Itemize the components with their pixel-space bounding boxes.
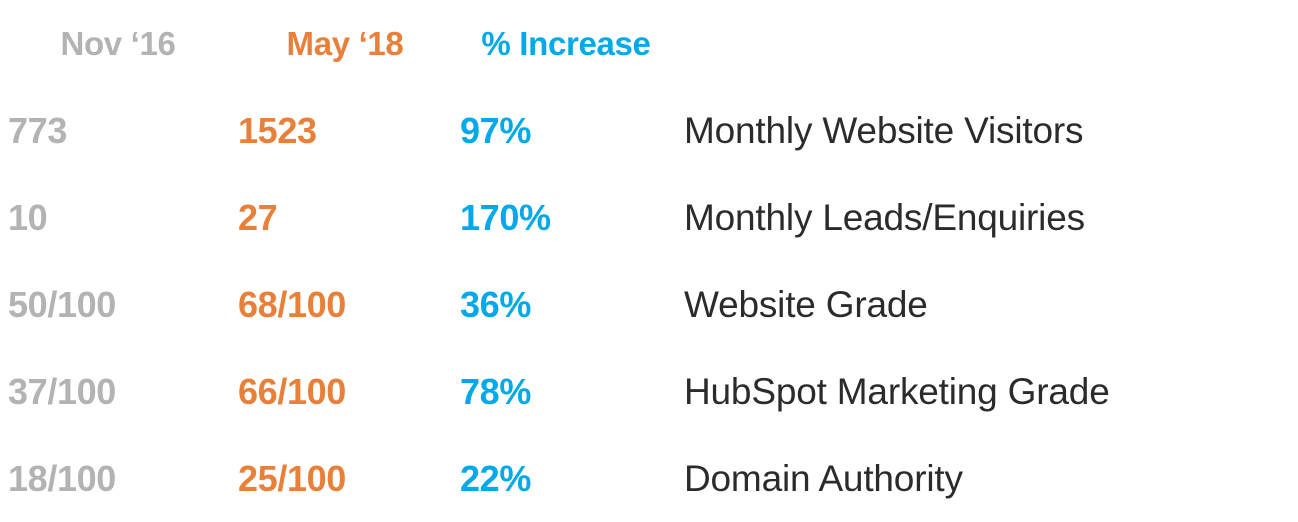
cell-metric: Website Grade xyxy=(672,261,1298,348)
table-row: 773 1523 97% Monthly Website Visitors xyxy=(0,87,1298,174)
cell-after: 66/100 xyxy=(228,348,452,435)
table-row: 37/100 66/100 78% HubSpot Marketing Grad… xyxy=(0,348,1298,435)
column-header-before: Nov ‘16 xyxy=(0,0,228,87)
value-increase: 22% xyxy=(460,457,531,499)
metric-label: Domain Authority xyxy=(684,458,963,499)
table-row: 18/100 25/100 22% Domain Authority xyxy=(0,435,1298,522)
cell-before: 10 xyxy=(0,174,228,261)
metric-label: HubSpot Marketing Grade xyxy=(684,371,1110,412)
cell-before: 18/100 xyxy=(0,435,228,522)
value-before: 773 xyxy=(8,109,67,151)
table-header-row: Nov ‘16 May ‘18 % Increase xyxy=(0,0,1298,87)
table-header: Nov ‘16 May ‘18 % Increase xyxy=(0,0,1298,87)
value-before: 37/100 xyxy=(8,370,116,412)
cell-metric: HubSpot Marketing Grade xyxy=(672,348,1298,435)
value-increase: 97% xyxy=(460,109,531,151)
cell-after: 68/100 xyxy=(228,261,452,348)
column-header-after: May ‘18 xyxy=(228,0,452,87)
cell-after: 25/100 xyxy=(228,435,452,522)
cell-increase: 78% xyxy=(452,348,672,435)
cell-after: 27 xyxy=(228,174,452,261)
column-header-before-label: Nov ‘16 xyxy=(60,25,176,62)
column-header-increase-label: % Increase xyxy=(481,25,651,62)
value-after: 66/100 xyxy=(238,370,346,412)
cell-increase: 97% xyxy=(452,87,672,174)
cell-increase: 170% xyxy=(452,174,672,261)
cell-before: 50/100 xyxy=(0,261,228,348)
metric-label: Monthly Leads/Enquiries xyxy=(684,197,1085,238)
cell-before: 773 xyxy=(0,87,228,174)
value-after: 25/100 xyxy=(238,457,346,499)
column-header-after-label: May ‘18 xyxy=(286,25,404,62)
metrics-comparison-sheet: Nov ‘16 May ‘18 % Increase 773 1523 97% … xyxy=(0,0,1298,516)
cell-increase: 36% xyxy=(452,261,672,348)
value-after: 68/100 xyxy=(238,283,346,325)
table-row: 50/100 68/100 36% Website Grade xyxy=(0,261,1298,348)
value-after: 1523 xyxy=(238,109,317,151)
value-increase: 170% xyxy=(460,196,551,238)
metrics-table: Nov ‘16 May ‘18 % Increase 773 1523 97% … xyxy=(0,0,1298,522)
cell-metric: Monthly Website Visitors xyxy=(672,87,1298,174)
cell-before: 37/100 xyxy=(0,348,228,435)
metric-label: Website Grade xyxy=(684,284,928,325)
column-header-metric xyxy=(672,0,1298,87)
value-increase: 78% xyxy=(460,370,531,412)
value-increase: 36% xyxy=(460,283,531,325)
value-before: 18/100 xyxy=(8,457,116,499)
cell-metric: Domain Authority xyxy=(672,435,1298,522)
column-header-increase: % Increase xyxy=(452,0,672,87)
value-before: 10 xyxy=(8,196,48,238)
metric-label: Monthly Website Visitors xyxy=(684,110,1084,151)
cell-increase: 22% xyxy=(452,435,672,522)
table-row: 10 27 170% Monthly Leads/Enquiries xyxy=(0,174,1298,261)
value-before: 50/100 xyxy=(8,283,116,325)
value-after: 27 xyxy=(238,196,278,238)
table-body: 773 1523 97% Monthly Website Visitors 10… xyxy=(0,87,1298,522)
cell-after: 1523 xyxy=(228,87,452,174)
cell-metric: Monthly Leads/Enquiries xyxy=(672,174,1298,261)
